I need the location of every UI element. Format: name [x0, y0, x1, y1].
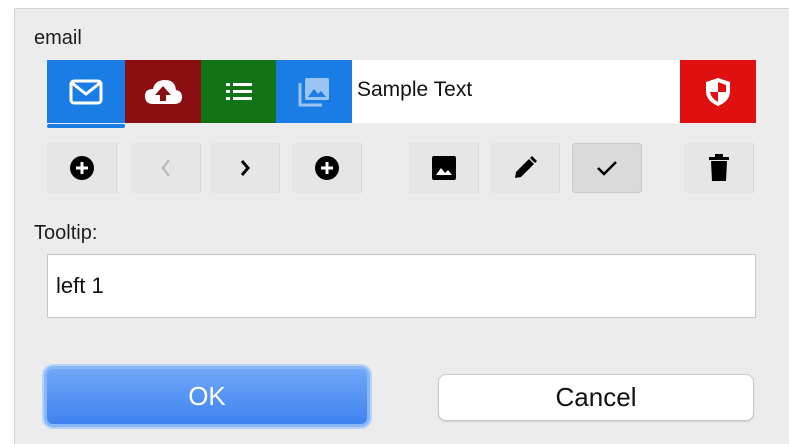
- segment-text[interactable]: Sample Text: [357, 60, 472, 123]
- add-button-left[interactable]: [47, 143, 117, 193]
- mail-icon: [69, 79, 103, 104]
- next-button[interactable]: [210, 143, 280, 193]
- shield-icon: [706, 77, 730, 106]
- cancel-button[interactable]: Cancel: [438, 374, 754, 421]
- image-icon: [431, 156, 456, 180]
- tooltip-label: Tooltip:: [34, 222, 98, 244]
- trash-icon: [708, 154, 729, 181]
- add-button-right[interactable]: [292, 143, 362, 193]
- chevron-right-icon: [240, 160, 250, 176]
- delete-button[interactable]: [684, 143, 754, 193]
- chevron-left-icon: [161, 159, 170, 177]
- add-circle-icon: [69, 156, 94, 180]
- checkmark-icon: [597, 161, 617, 176]
- photo-library-icon: [298, 77, 329, 106]
- list-icon: [225, 82, 252, 100]
- segment-list[interactable]: [201, 60, 276, 123]
- segment-mail[interactable]: [47, 60, 125, 123]
- cloud-upload-icon: [145, 79, 182, 104]
- email-label: email: [34, 27, 82, 49]
- previous-button[interactable]: [131, 143, 201, 193]
- segment-cloud-upload[interactable]: [125, 60, 201, 123]
- segmented-control: Sample Text: [47, 60, 756, 128]
- image-button[interactable]: [409, 143, 479, 193]
- selected-segment-indicator: [47, 124, 125, 128]
- add-circle-icon: [314, 156, 339, 180]
- ok-button[interactable]: OK: [44, 366, 370, 427]
- segment-photo-library[interactable]: [276, 60, 352, 123]
- confirm-button[interactable]: [572, 143, 642, 193]
- pencil-icon: [514, 156, 537, 178]
- segment-shield[interactable]: [680, 60, 756, 123]
- tooltip-input[interactable]: [47, 254, 756, 318]
- edit-button[interactable]: [490, 143, 560, 193]
